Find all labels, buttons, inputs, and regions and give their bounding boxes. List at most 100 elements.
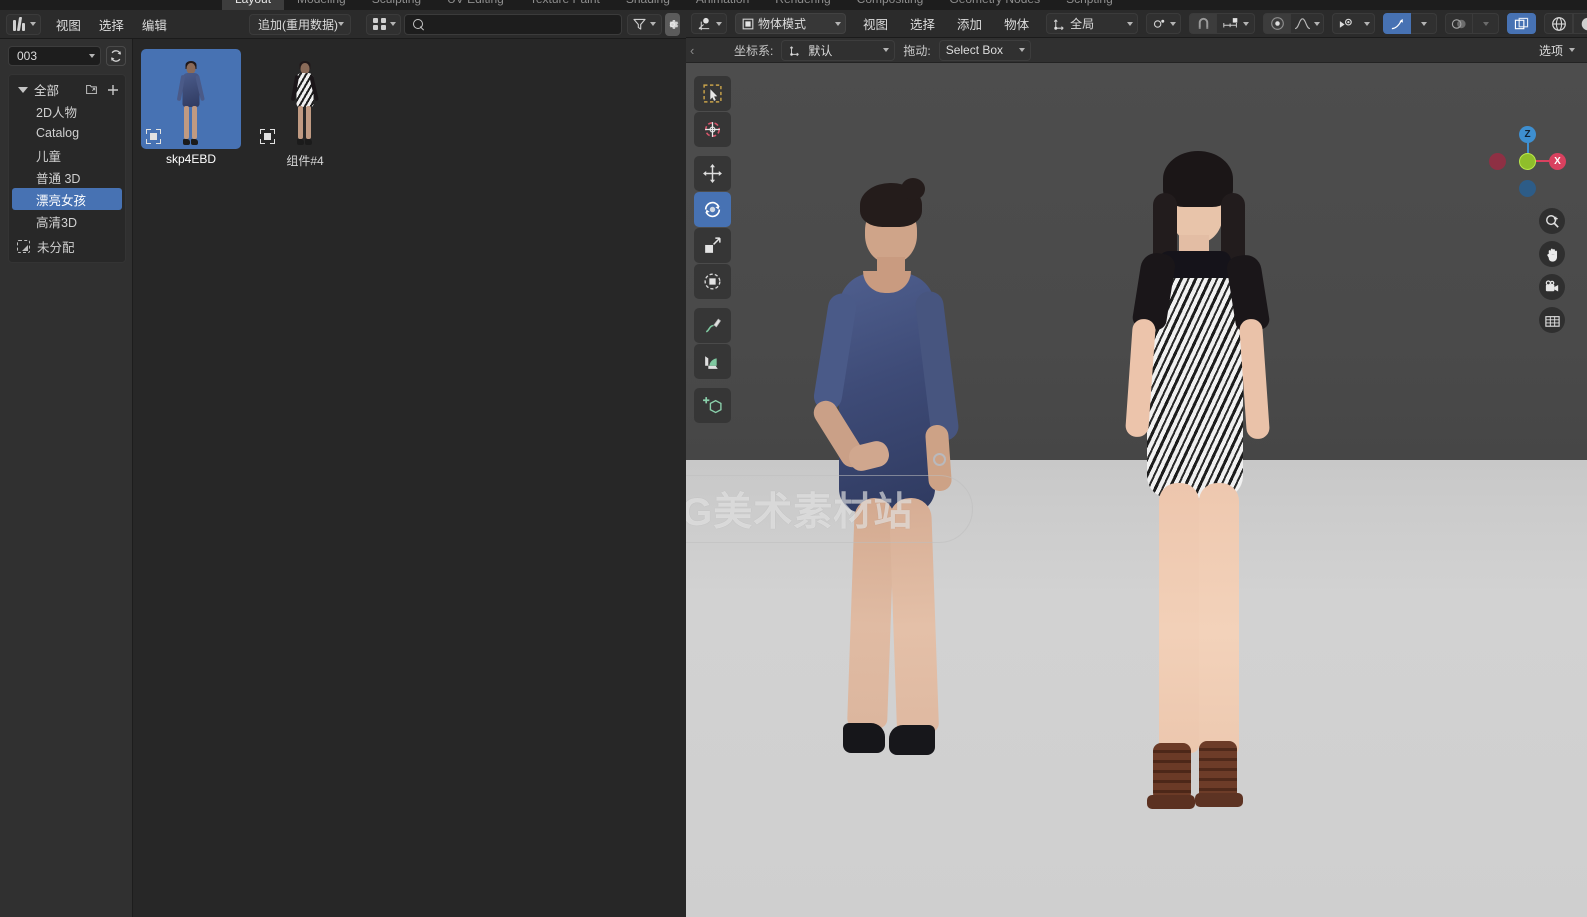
filter-dropdown-button[interactable] xyxy=(626,13,662,35)
workspace-tab-scripting[interactable]: Scripting xyxy=(1053,0,1126,10)
viewport-menu-select[interactable]: 选择 xyxy=(901,11,944,36)
blender-window: LayoutModelingSculptingUV EditingTexture… xyxy=(0,0,1587,917)
viewport-canvas[interactable]: Z X CG美术素材站 xyxy=(686,63,1587,917)
show-gizmo-toggle[interactable] xyxy=(1383,13,1412,34)
asset-item[interactable]: 组件#4 xyxy=(255,49,355,169)
catalog-item-4[interactable]: 漂亮女孩 xyxy=(12,188,122,210)
display-mode-dropdown[interactable] xyxy=(366,13,401,35)
search-input[interactable] xyxy=(430,17,614,31)
menu-select[interactable]: 选择 xyxy=(90,12,133,37)
workspace-tab-modeling[interactable]: Modeling xyxy=(284,0,359,10)
asset-browser-header: 视图 选择 编辑 追加(重用数据) xyxy=(0,10,686,39)
catalog-item-5[interactable]: 高清3D xyxy=(12,210,122,232)
import-method-dropdown[interactable]: 追加(重用数据) xyxy=(248,13,351,35)
snap-toggle-button[interactable] xyxy=(1189,13,1218,34)
measure-tool[interactable] xyxy=(694,344,731,379)
shading-mode-button-1[interactable] xyxy=(1573,13,1587,34)
navigation-gizmo[interactable]: Z X xyxy=(1489,118,1567,197)
chevron-down-icon xyxy=(1127,21,1134,26)
asset-browser-settings-button[interactable] xyxy=(664,12,680,36)
zoom-view-button[interactable] xyxy=(1539,208,1565,234)
catalog-item-1[interactable]: Catalog xyxy=(12,122,122,144)
catalog-unassigned-row[interactable]: 未分配 xyxy=(9,235,125,257)
workspace-tab-compositing[interactable]: Compositing xyxy=(844,0,937,10)
workspace-tab-texture-paint[interactable]: Texture Paint xyxy=(517,0,613,10)
toggle-xray-icon xyxy=(1514,17,1529,29)
asset-browser-editor-type-button[interactable] xyxy=(6,13,41,35)
falloff-dropdown[interactable] xyxy=(1291,13,1325,34)
shading-mode-button-0[interactable] xyxy=(1544,13,1574,34)
move-tool[interactable] xyxy=(694,156,731,191)
menu-view[interactable]: 视图 xyxy=(47,12,90,37)
gizmo-dropdown[interactable] xyxy=(1411,13,1438,34)
tweak-select-box-tool[interactable] xyxy=(694,76,731,111)
viewport-menu-view[interactable]: 视图 xyxy=(854,11,897,36)
gizmo-axis-z[interactable]: Z xyxy=(1519,126,1536,143)
chevron-down-icon xyxy=(883,48,890,52)
chevron-down-icon xyxy=(337,22,344,26)
viewport-menu-object[interactable]: 物体 xyxy=(995,11,1038,36)
snap-to-dropdown[interactable] xyxy=(1217,13,1256,34)
overlay-controls xyxy=(1445,13,1500,34)
viewport-editor-type-button[interactable] xyxy=(691,13,727,34)
orientation-label: 坐标系: xyxy=(734,43,774,58)
asset-search-box[interactable] xyxy=(404,13,623,35)
asset-grid-area[interactable]: skp4EBD 组件#4 xyxy=(133,39,686,917)
show-overlays-toggle[interactable] xyxy=(1445,13,1474,34)
annotate-tool[interactable] xyxy=(694,308,731,343)
workspace-tab-layout[interactable]: Layout xyxy=(222,0,285,10)
gizmo-axis-y[interactable] xyxy=(1519,153,1536,170)
asset-item[interactable]: skp4EBD xyxy=(141,49,241,169)
catalog-item-0[interactable]: 2D人物 xyxy=(12,100,122,122)
plus-icon[interactable] xyxy=(107,84,119,96)
workspace-tab-uv-editing[interactable]: UV Editing xyxy=(434,0,517,10)
gizmo-axis-x[interactable]: X xyxy=(1549,153,1566,170)
drag-value-dropdown[interactable]: Select Box xyxy=(938,39,1031,61)
overlays-dropdown[interactable] xyxy=(1473,13,1500,34)
add-cube-tool[interactable] xyxy=(694,388,731,423)
workspace-tab-animation[interactable]: Animation xyxy=(683,0,762,10)
asset-name: skp4EBD xyxy=(165,152,217,166)
collapse-left-arrow[interactable]: ‹ xyxy=(690,43,694,58)
transform-orientation-dropdown[interactable]: 全局 xyxy=(1046,13,1139,34)
character-model-patterned-dress[interactable] xyxy=(1081,123,1301,883)
catalog-root-row[interactable]: 全部 xyxy=(9,79,125,100)
workspace-tab-rendering[interactable]: Rendering xyxy=(762,0,843,10)
import-method-label: 追加(重用数据) xyxy=(257,17,338,32)
character-model-blue-dress[interactable] xyxy=(781,153,991,843)
toggle-orthographic-button[interactable] xyxy=(1539,307,1565,333)
chevron-down-icon xyxy=(1170,21,1177,26)
options-dropdown[interactable]: 选项 xyxy=(1523,40,1581,61)
interaction-mode-dropdown[interactable]: 物体模式 xyxy=(735,13,847,34)
workspace-tab-geometry-nodes[interactable]: Geometry Nodes xyxy=(936,0,1053,10)
workspace-tab-sculpting[interactable]: Sculpting xyxy=(359,0,434,10)
chevron-down-icon xyxy=(1314,21,1321,26)
catalog-item-2[interactable]: 儿童 xyxy=(12,144,122,166)
viewport-menu-add[interactable]: 添加 xyxy=(948,11,991,36)
toggle-xray-button[interactable] xyxy=(1507,13,1537,34)
proportional-editing-toggle[interactable] xyxy=(1263,13,1292,34)
new-catalog-icon[interactable] xyxy=(85,83,98,96)
object-visibility-dropdown[interactable] xyxy=(1332,13,1376,34)
scale-tool[interactable] xyxy=(694,228,731,263)
transform-tool[interactable] xyxy=(694,264,731,299)
transform-pivot-dropdown[interactable] xyxy=(1146,13,1182,34)
asset-thumbnail[interactable] xyxy=(255,49,355,149)
menu-edit[interactable]: 编辑 xyxy=(133,12,176,37)
catalog-item-3[interactable]: 普通 3D xyxy=(12,166,122,188)
workspace-tab-shading[interactable]: Shading xyxy=(613,0,683,10)
gizmo-axis-neg-x[interactable] xyxy=(1489,153,1506,170)
gizmo-axis-neg-z[interactable] xyxy=(1519,180,1536,197)
orientation-value-dropdown[interactable]: 默认 xyxy=(781,39,896,61)
rotate-tool[interactable] xyxy=(694,192,731,227)
asset-library-dropdown[interactable]: 003 xyxy=(8,46,101,66)
catalog-unassigned-label: 未分配 xyxy=(37,240,75,255)
chevron-down-icon xyxy=(1482,21,1489,26)
asset-thumbnail[interactable] xyxy=(141,49,241,149)
refresh-library-button[interactable] xyxy=(106,46,126,66)
pan-view-button[interactable] xyxy=(1539,241,1565,267)
gear-icon xyxy=(669,19,679,29)
cursor-tool[interactable] xyxy=(694,112,731,147)
camera-view-button[interactable] xyxy=(1539,274,1565,300)
chevron-down-icon xyxy=(835,21,842,26)
